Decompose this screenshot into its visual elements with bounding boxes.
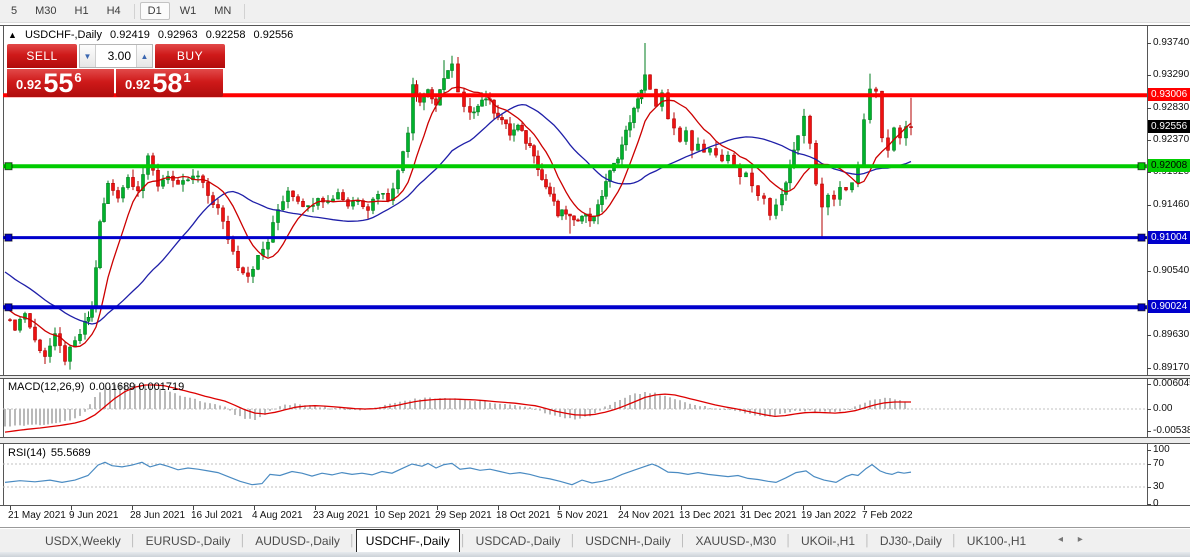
rsi-tick-label: 70 bbox=[1146, 458, 1165, 469]
chart-tab-usdcnh-daily[interactable]: USDCNH-,Daily bbox=[576, 529, 679, 552]
buy-price-prefix: 0.92 bbox=[125, 77, 151, 92]
chart-tab-bar: USDX,Weekly │ EURUSD-,Daily │ AUDUSD-,Daily │… bbox=[0, 529, 1190, 552]
buy-button[interactable]: BUY bbox=[155, 44, 225, 68]
macd-tick-label: 0.006045 bbox=[1147, 378, 1190, 390]
symbol-period-label: USDCHF-,Daily bbox=[24, 29, 102, 41]
tab-separator: │ bbox=[864, 534, 871, 547]
price-badge: 0.92556 bbox=[1148, 120, 1190, 133]
price-tick-label: 0.93290 bbox=[1146, 69, 1190, 80]
date-label: 19 Jan 2022 bbox=[801, 510, 857, 521]
tab-scroll-arrows[interactable]: ◂ ▸ bbox=[1058, 534, 1089, 545]
volume-stepper: ▼ 3.00 ▲ bbox=[79, 44, 153, 68]
chart-tab-audusd-daily[interactable]: AUDUSD-,Daily bbox=[246, 529, 349, 552]
macd-name: MACD(12,26,9) bbox=[8, 381, 85, 393]
rsi-tick-label: 0 bbox=[1147, 498, 1159, 509]
date-label: 31 Dec 2021 bbox=[740, 510, 797, 521]
window-bottom-edge bbox=[0, 552, 1190, 557]
date-label: 16 Jul 2021 bbox=[191, 510, 243, 521]
chevron-down-icon: ▼ bbox=[83, 51, 92, 61]
hline-objects-layer bbox=[3, 93, 1147, 312]
tab-separator: │ bbox=[239, 534, 247, 547]
price-tick-label: 0.89630 bbox=[1146, 329, 1190, 340]
date-label: 24 Nov 2021 bbox=[618, 510, 675, 521]
date-label: 7 Feb 2022 bbox=[862, 510, 913, 521]
chart-tab-dj30-daily[interactable]: DJ30-,Daily bbox=[871, 529, 951, 552]
rsi-tick-label: 100 bbox=[1147, 444, 1170, 455]
date-label: 10 Sep 2021 bbox=[374, 510, 431, 521]
price-tick-label: 0.92370 bbox=[1146, 134, 1190, 145]
rsi-name: RSI(14) bbox=[8, 447, 46, 459]
tab-separator: │ bbox=[569, 534, 577, 547]
ohlc-low: 0.92258 bbox=[205, 29, 246, 41]
price-badge: 0.92008 bbox=[1148, 159, 1190, 172]
date-label: 28 Jun 2021 bbox=[130, 510, 186, 521]
rsi-label: RSI(14) 55.5689 bbox=[8, 447, 96, 459]
macd-label: MACD(12,26,9) 0.001689 0.001719 bbox=[8, 381, 189, 393]
ohlc-high: 0.92963 bbox=[157, 29, 198, 41]
date-label: 13 Dec 2021 bbox=[679, 510, 736, 521]
macd-tick-label: 0.00 bbox=[1146, 403, 1173, 414]
price-badge: 0.90024 bbox=[1148, 300, 1190, 313]
chart-tab-eurusd-daily[interactable]: EURUSD-,Daily bbox=[137, 529, 240, 552]
tab-separator: │ bbox=[785, 534, 793, 547]
price-tick-label: 0.93740 bbox=[1146, 37, 1190, 48]
buy-price-big: 58 bbox=[152, 68, 183, 98]
sell-price-button[interactable]: 0.92 55 6 bbox=[7, 69, 114, 97]
date-label: 9 Jun 2021 bbox=[69, 510, 119, 521]
tab-separator: │ bbox=[459, 534, 467, 547]
chevron-up-icon: ▲ bbox=[140, 51, 149, 61]
price-tick-label: 0.89170 bbox=[1146, 362, 1190, 373]
volume-increase-button[interactable]: ▲ bbox=[136, 45, 152, 67]
chart-tab-usdx-weekly[interactable]: USDX,Weekly bbox=[36, 529, 130, 552]
tab-separator: │ bbox=[129, 534, 137, 547]
one-click-toggle-icon[interactable]: ▲ bbox=[8, 30, 17, 40]
date-label: 5 Nov 2021 bbox=[557, 510, 609, 521]
date-label: 4 Aug 2021 bbox=[252, 510, 303, 521]
rsi-value: 55.5689 bbox=[50, 447, 91, 459]
price-tick-label: 0.92830 bbox=[1146, 102, 1190, 113]
one-click-trading-panel: SELL ▼ 3.00 ▲ BUY 0.92 55 6 0.92 58 1 bbox=[7, 44, 225, 97]
rsi-tick-label: 30 bbox=[1146, 481, 1165, 492]
sell-button[interactable]: SELL bbox=[7, 44, 77, 68]
chart-tab-usdchf-daily[interactable]: USDCHF-,Daily bbox=[355, 529, 460, 552]
price-badge: 0.93006 bbox=[1148, 88, 1190, 101]
volume-input[interactable]: 3.00 bbox=[96, 45, 136, 67]
price-tick-label: 0.90540 bbox=[1146, 265, 1190, 276]
chart-tab-ukoil-h1[interactable]: UKOil-,H1 bbox=[792, 529, 864, 552]
buy-price-button[interactable]: 0.92 58 1 bbox=[116, 69, 223, 97]
price-tick-label: 0.91460 bbox=[1146, 199, 1190, 210]
chart-info-line: ▲ USDCHF-,Daily 0.92419 0.92963 0.92258 … bbox=[8, 29, 298, 41]
ohlc-open: 0.92419 bbox=[110, 29, 150, 41]
chart-tab-uk100-h1[interactable]: UK100-,H1 bbox=[958, 529, 1035, 552]
buy-price-pip: 1 bbox=[183, 70, 191, 85]
macd-values: 0.001689 0.001719 bbox=[89, 381, 185, 393]
date-label: 18 Oct 2021 bbox=[496, 510, 551, 521]
sell-price-big: 55 bbox=[43, 68, 74, 98]
chart-tab-usdcad-daily[interactable]: USDCAD-,Daily bbox=[467, 529, 570, 552]
price-badge: 0.91004 bbox=[1148, 231, 1190, 244]
tab-separator: │ bbox=[348, 534, 356, 547]
tab-separator: │ bbox=[679, 534, 687, 547]
date-label: 21 May 2021 bbox=[8, 510, 66, 521]
volume-decrease-button[interactable]: ▼ bbox=[80, 45, 96, 67]
ohlc-close: 0.92556 bbox=[253, 29, 294, 41]
sell-price-pip: 6 bbox=[74, 70, 82, 85]
tab-separator: │ bbox=[950, 534, 958, 547]
date-label: 23 Aug 2021 bbox=[313, 510, 370, 521]
sell-price-prefix: 0.92 bbox=[16, 77, 42, 92]
macd-tick-label: -0.00538 bbox=[1146, 425, 1190, 437]
date-label: 29 Sep 2021 bbox=[435, 510, 492, 521]
rsi-layer bbox=[3, 461, 1147, 488]
chart-tab-xauusd-m30[interactable]: XAUUSD-,M30 bbox=[686, 529, 785, 552]
mt4-window: 5 M30 H1 H4 D1 W1 MN ▲ USDCHF-,Daily 0.92419 0… bbox=[0, 0, 1190, 557]
